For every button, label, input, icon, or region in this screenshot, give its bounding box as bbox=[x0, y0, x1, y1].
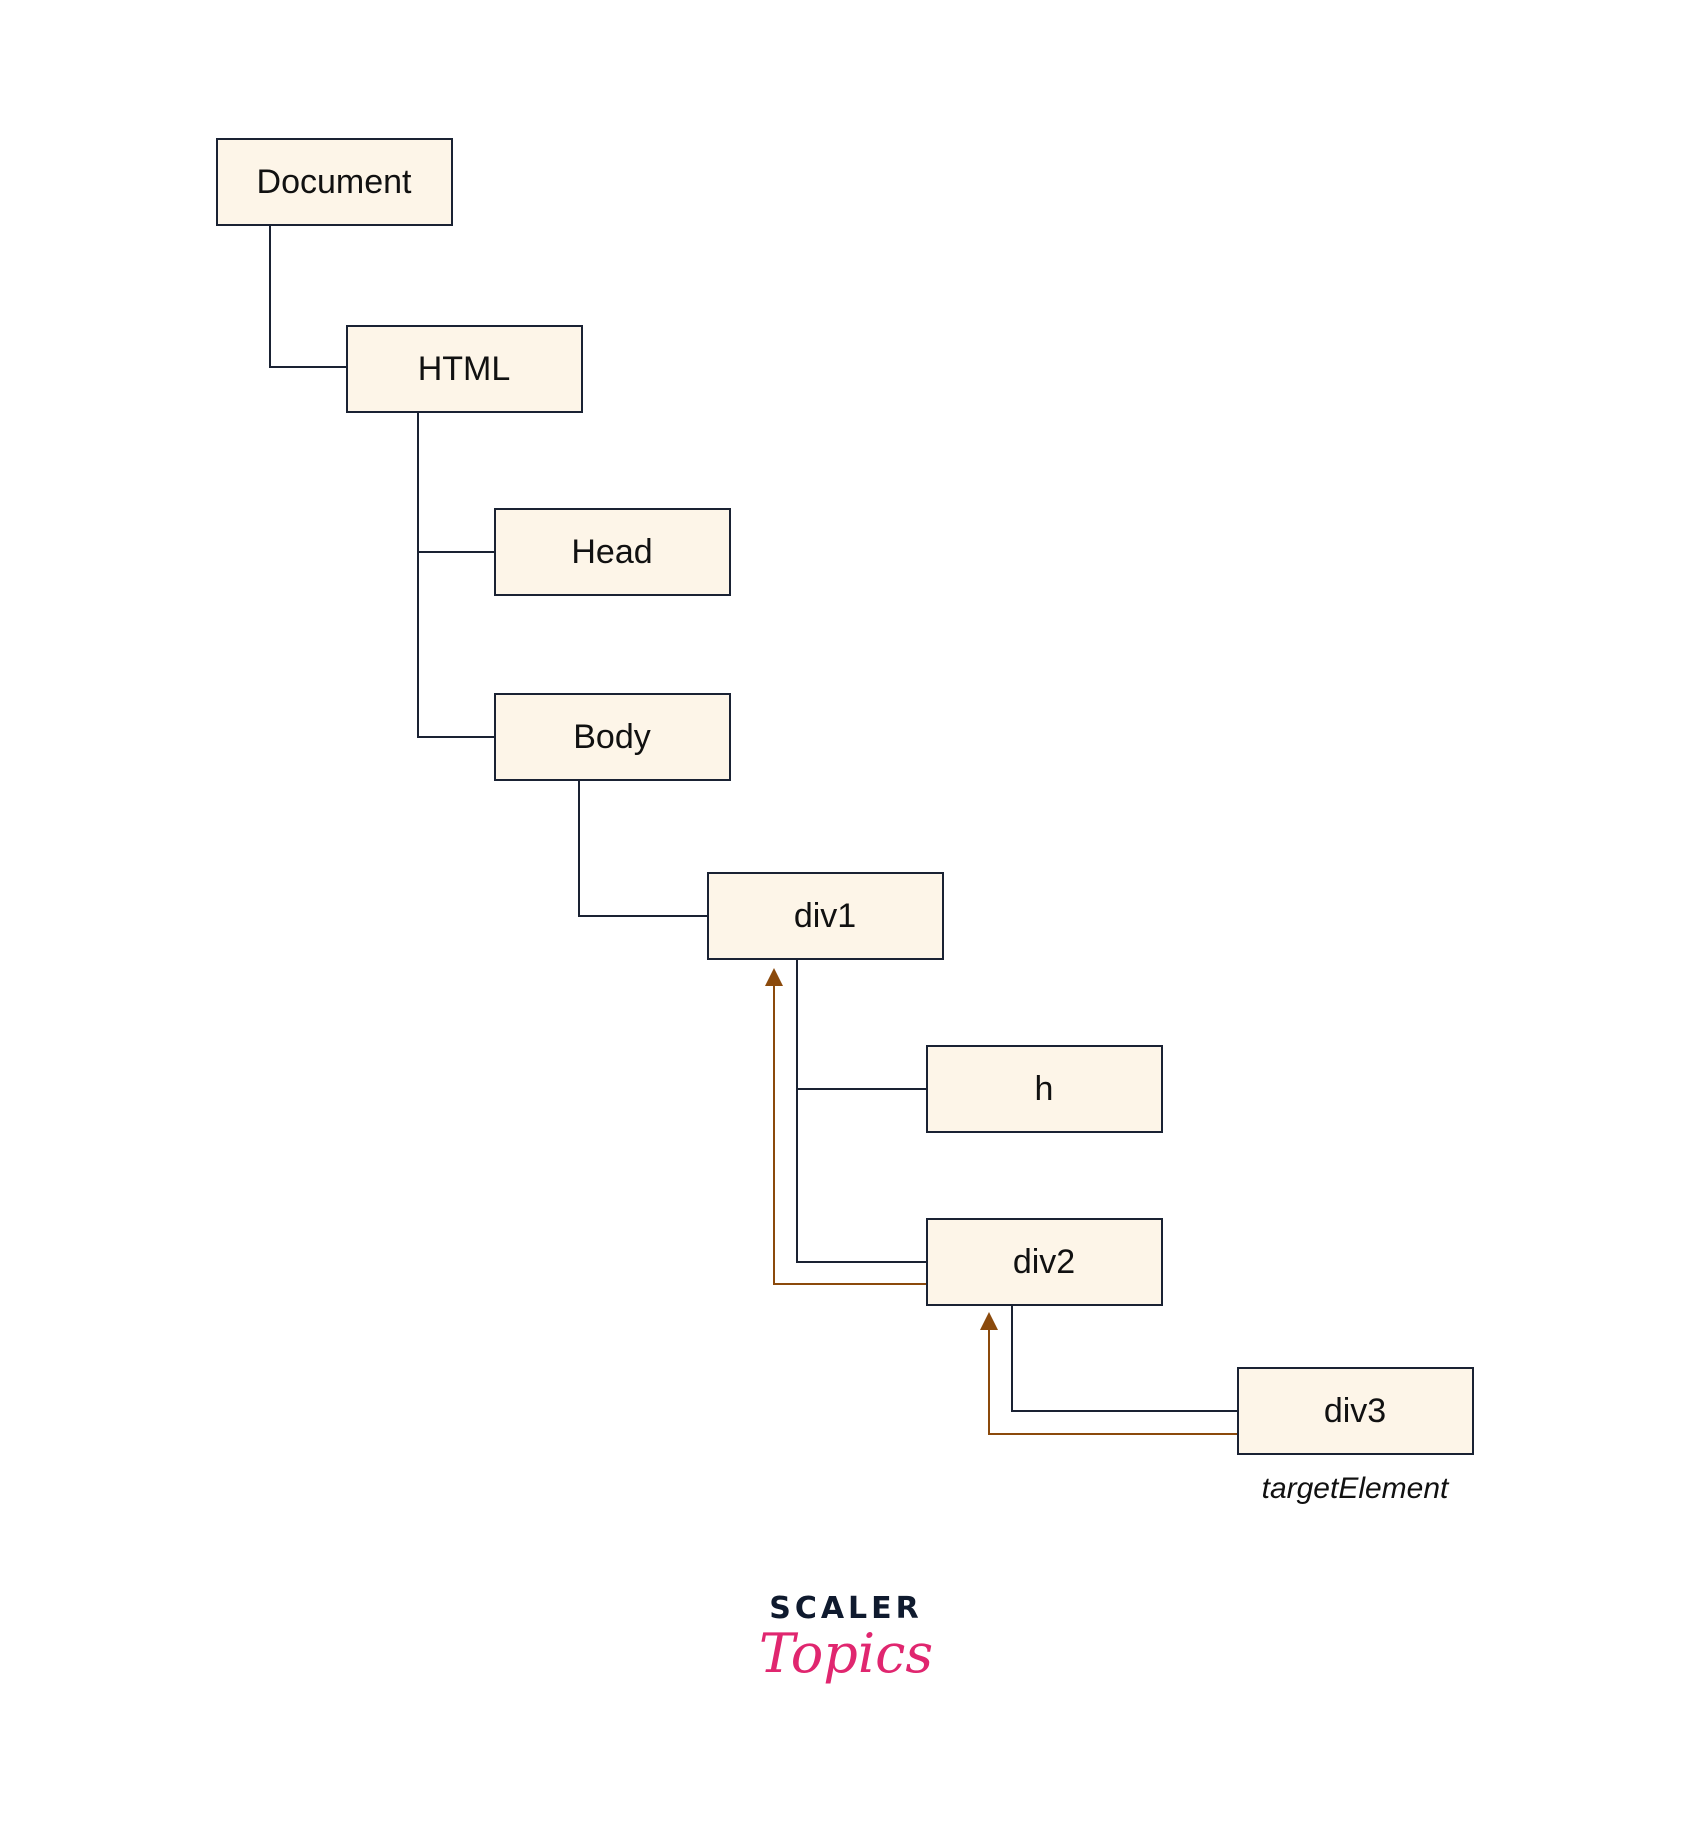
edge-div1-div2 bbox=[796, 1089, 927, 1263]
node-html: HTML bbox=[346, 325, 583, 413]
node-h: h bbox=[926, 1045, 1163, 1133]
edge-html-head bbox=[417, 412, 495, 553]
svg-text:div2: div2 bbox=[1013, 1243, 1075, 1281]
svg-text:div1: div1 bbox=[794, 897, 856, 935]
node-div2: div2 bbox=[926, 1218, 1163, 1306]
scaler-topics-logo: SCALER Topics bbox=[759, 1591, 933, 1685]
arrowhead-icon bbox=[765, 968, 783, 986]
arrow-div3-to-div2 bbox=[988, 1330, 1238, 1435]
svg-text:Head: Head bbox=[571, 533, 652, 571]
node-div1: div1 bbox=[707, 872, 944, 960]
svg-text:HTML: HTML bbox=[418, 350, 511, 388]
node-head: Head bbox=[494, 508, 731, 596]
dom-tree-diagram: Document HTML Head Body div1 h div2 div3… bbox=[216, 138, 1474, 1685]
node-body: Body bbox=[494, 693, 731, 781]
svg-text:div3: div3 bbox=[1324, 1392, 1386, 1430]
arrowhead-icon bbox=[980, 1312, 998, 1330]
node-div3: div3 bbox=[1237, 1367, 1474, 1455]
svg-text:Topics: Topics bbox=[759, 1622, 933, 1685]
edge-div2-div3 bbox=[1011, 1305, 1238, 1412]
svg-text:h: h bbox=[1035, 1070, 1054, 1108]
svg-text:Document: Document bbox=[257, 163, 413, 201]
edge-document-html bbox=[269, 224, 347, 368]
svg-text:SCALER: SCALER bbox=[769, 1591, 923, 1626]
edge-body-div1 bbox=[578, 781, 708, 917]
target-element-label: targetElement bbox=[1262, 1472, 1450, 1505]
edge-div1-h bbox=[796, 959, 927, 1090]
node-document: Document bbox=[216, 138, 453, 226]
edge-html-body bbox=[417, 552, 495, 738]
svg-text:Body: Body bbox=[573, 718, 651, 756]
